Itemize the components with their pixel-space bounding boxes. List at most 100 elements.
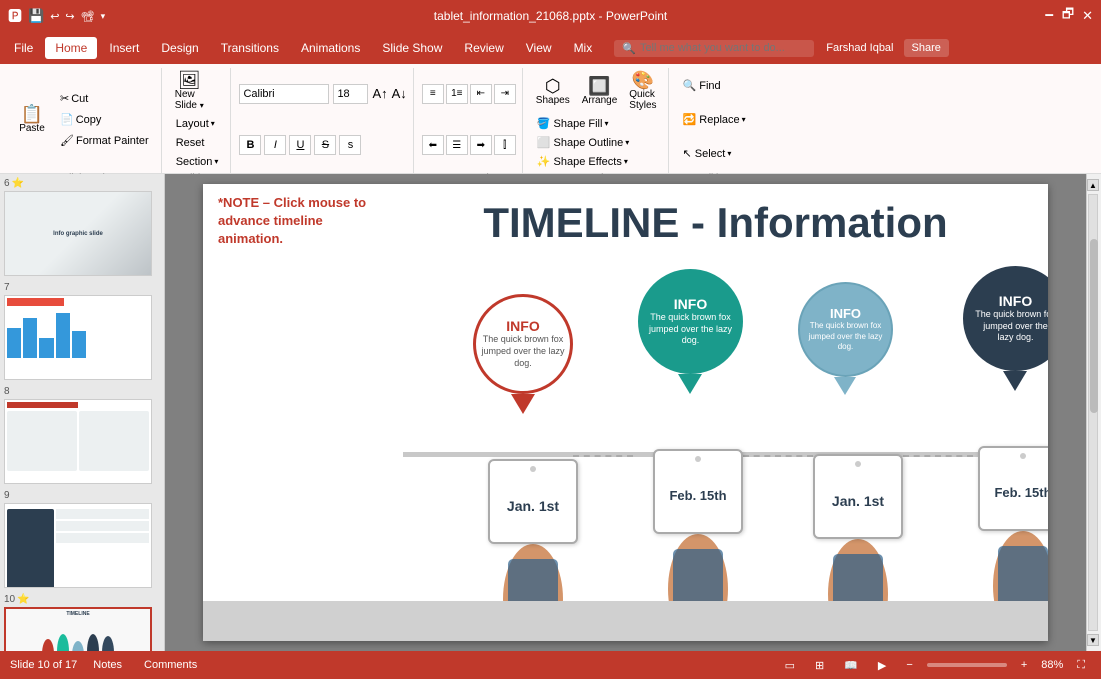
quick-access-save[interactable]: 💾 xyxy=(28,8,44,24)
font-size-input[interactable] xyxy=(333,84,368,104)
scroll-thumb[interactable] xyxy=(1090,239,1098,413)
select-btn[interactable]: ↖ Select ▾ xyxy=(677,144,738,163)
scroll-track xyxy=(1088,194,1098,631)
para-row1: ≡ 1≡ ⇤ ⇥ xyxy=(422,68,516,120)
align-right[interactable]: ➡ xyxy=(470,135,492,155)
close-btn[interactable]: ✕ xyxy=(1082,8,1093,24)
copy-btn[interactable]: 📄 Copy xyxy=(54,110,155,129)
layout-btn[interactable]: Layout ▾ xyxy=(170,115,221,133)
view-normal-btn[interactable]: ▭ xyxy=(779,657,801,674)
scroll-down-btn[interactable]: ▼ xyxy=(1087,634,1099,646)
align-center[interactable]: ☰ xyxy=(446,135,468,155)
star-icon-6: ⭐ xyxy=(12,178,24,189)
quick-access-dropdown[interactable]: ▾ xyxy=(101,11,106,22)
view-slideshow-btn[interactable]: ▶ xyxy=(872,657,892,674)
strikethrough-btn[interactable]: S xyxy=(314,135,336,155)
slide-num-7: 7 xyxy=(4,282,160,293)
underline-btn[interactable]: U xyxy=(289,135,311,155)
reset-btn[interactable]: Reset xyxy=(170,134,211,152)
shape-fill-btn[interactable]: 🪣 Shape Fill ▾ xyxy=(531,114,615,133)
shape-effects-btn[interactable]: ✨ Shape Effects ▾ xyxy=(531,152,634,171)
slide-preview-7 xyxy=(4,295,152,380)
window-title: tablet_information_21068.pptx - PowerPoi… xyxy=(434,9,667,23)
slide-thumb-6[interactable]: 6 ⭐ Info graphic slide xyxy=(4,178,160,276)
slide-thumb-7[interactable]: 7 xyxy=(4,282,160,380)
find-btn[interactable]: 🔍 Find xyxy=(677,76,727,95)
comments-btn[interactable]: Comments xyxy=(138,657,203,673)
share-btn[interactable]: Share xyxy=(904,39,949,57)
menu-slideshow[interactable]: Slide Show xyxy=(372,37,452,59)
ribbon-search[interactable] xyxy=(640,42,806,54)
quick-access-present[interactable]: 📽 xyxy=(81,10,95,23)
title-bar-right: 🗕 🗗 ✕ xyxy=(1045,5,1093,27)
font-family-input[interactable] xyxy=(239,84,329,104)
ribbon-group-font: A↑ A↓ B I U S s Font xyxy=(233,68,413,184)
font-size-increase[interactable]: A↑ xyxy=(372,86,387,101)
decrease-indent[interactable]: ⇤ xyxy=(470,84,492,104)
text-shadow-btn[interactable]: s xyxy=(339,135,361,155)
quick-access-undo[interactable]: ↩ xyxy=(50,10,59,23)
arrange-btn[interactable]: 🔲 Arrange xyxy=(577,74,623,109)
restore-btn[interactable]: 🗗 xyxy=(1062,5,1074,27)
minimize-btn[interactable]: 🗕 xyxy=(1045,5,1054,27)
menu-file[interactable]: File xyxy=(4,37,43,59)
drawing-row1: ⬡ Shapes 🔲 Arrange 🎨 QuickStyles xyxy=(531,68,662,114)
scroll-up-btn[interactable]: ▲ xyxy=(1087,179,1099,191)
menu-design[interactable]: Design xyxy=(151,37,208,59)
increase-indent[interactable]: ⇥ xyxy=(494,84,516,104)
menu-mix[interactable]: Mix xyxy=(564,37,603,59)
pin-2-text: The quick brown fox jumped over the lazy… xyxy=(646,312,735,347)
numbering-btn[interactable]: 1≡ xyxy=(446,84,468,104)
view-reading-btn[interactable]: 📖 xyxy=(838,657,864,674)
menu-animations[interactable]: Animations xyxy=(291,37,370,59)
view-sorter-btn[interactable]: ⊞ xyxy=(809,657,830,674)
bold-btn[interactable]: B xyxy=(239,135,261,155)
slide-thumb-8[interactable]: 8 xyxy=(4,386,160,484)
drawing-row2: 🪣 Shape Fill ▾ xyxy=(531,114,615,133)
pin-1-pointer xyxy=(511,394,535,414)
zoom-out-btn[interactable]: − xyxy=(900,657,918,673)
replace-btn[interactable]: 🔁 Replace ▾ xyxy=(677,110,752,129)
tablet-2: Feb. 15th xyxy=(653,449,743,534)
slide-preview-6: Info graphic slide xyxy=(4,191,152,276)
bullets-btn[interactable]: ≡ xyxy=(422,84,444,104)
quick-styles-btn[interactable]: 🎨 QuickStyles xyxy=(624,68,661,114)
align-left[interactable]: ⬅ xyxy=(422,135,444,155)
format-painter-icon: 🖌 xyxy=(60,134,74,147)
fit-window-btn[interactable]: ⛶ xyxy=(1071,657,1091,674)
menu-insert[interactable]: Insert xyxy=(99,37,149,59)
menu-review[interactable]: Review xyxy=(454,37,513,59)
para-row2: ⬅ ☰ ➡ ⫿ xyxy=(422,120,516,172)
font-size-decrease[interactable]: A↓ xyxy=(392,86,407,101)
columns-btn[interactable]: ⫿ xyxy=(494,135,516,155)
tablet-1-date: Jan. 1st xyxy=(507,498,559,514)
menu-view[interactable]: View xyxy=(516,37,562,59)
menu-home[interactable]: Home xyxy=(45,37,97,59)
slide-bottom-bar xyxy=(203,601,1048,641)
pin-2-label: INFO xyxy=(674,296,707,312)
format-painter-btn[interactable]: 🖌 Format Painter xyxy=(54,131,155,150)
section-btn[interactable]: Section ▾ xyxy=(170,153,225,171)
menu-transitions[interactable]: Transitions xyxy=(211,37,289,59)
shapes-btn[interactable]: ⬡ Shapes xyxy=(531,74,575,109)
ribbon-group-drawing: ⬡ Shapes 🔲 Arrange 🎨 QuickStyles 🪣 Shape… xyxy=(525,68,669,184)
new-slide-btn[interactable]: 🖼 NewSlide ▾ xyxy=(170,68,209,114)
status-bar: Slide 10 of 17 Notes Comments ▭ ⊞ 📖 ▶ − … xyxy=(0,651,1101,679)
slide-thumb-9[interactable]: 9 xyxy=(4,490,160,588)
notes-btn[interactable]: Notes xyxy=(87,657,128,673)
slides-row4: Section ▾ xyxy=(170,152,225,171)
zoom-in-btn[interactable]: + xyxy=(1015,657,1033,673)
slide-num-8: 8 xyxy=(4,386,160,397)
status-right: ▭ ⊞ 📖 ▶ − + 88% ⛶ xyxy=(779,657,1091,674)
font-row1: A↑ A↓ xyxy=(239,68,406,120)
cut-btn[interactable]: ✂ Cut xyxy=(54,89,155,108)
zoom-slider[interactable] xyxy=(927,663,1007,667)
paste-btn[interactable]: 📋 Paste xyxy=(12,102,52,137)
arrange-icon: 🔲 xyxy=(588,77,610,95)
tablet-3-date: Jan. 1st xyxy=(832,493,884,509)
pin-3-bubble: INFO The quick brown fox jumped over the… xyxy=(798,282,893,377)
quick-access-redo[interactable]: ↪ xyxy=(65,10,74,23)
shape-outline-btn[interactable]: ⬜ Shape Outline ▾ xyxy=(531,133,636,152)
slide-thumb-10[interactable]: 10 ⭐ TIMELINE xyxy=(4,594,160,651)
italic-btn[interactable]: I xyxy=(264,135,286,155)
